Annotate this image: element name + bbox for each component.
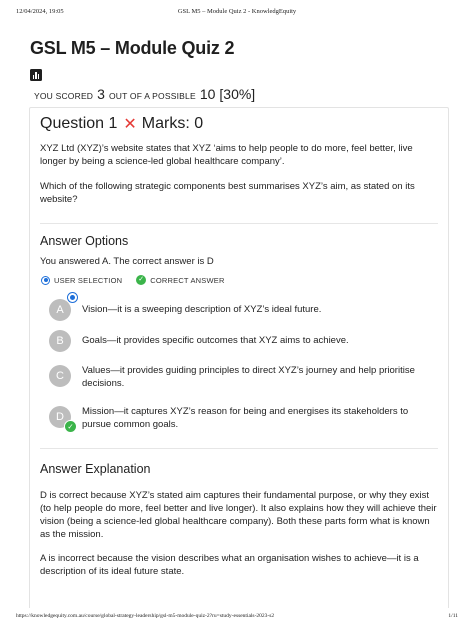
correct-check-icon: ✓: [136, 275, 147, 285]
question-header: Question 1 ✕ Marks: 0: [40, 114, 203, 134]
option-text: Vision—it is a sweeping description of X…: [82, 304, 322, 315]
question-prompt: Which of the following strategic compone…: [40, 181, 415, 205]
user-selection-radio-icon: [67, 292, 78, 303]
legend-user-selection: USER SELECTION: [54, 275, 123, 285]
print-page-number: 1/11: [448, 613, 458, 619]
print-header: 12/04/2024, 19:05 GSL M5 – Module Quiz 2…: [16, 8, 458, 20]
user-selection-radio-icon: [41, 275, 50, 285]
print-url: https://knowledgequity.com.au/course/glo…: [16, 613, 275, 619]
score-value: 3: [97, 86, 105, 102]
print-doc-title: GSL M5 – Module Quiz 2 - KnowledgEquity: [177, 8, 297, 15]
option-letter: B: [49, 330, 71, 352]
option-text: Mission—it captures XYZ’s reason for bei…: [82, 406, 409, 430]
answer-explanation-heading: Answer Explanation: [40, 462, 151, 476]
print-footer: https://knowledgequity.com.au/course/glo…: [16, 613, 458, 623]
question-stem: XYZ Ltd (XYZ)’s website states that XYZ …: [40, 143, 413, 167]
incorrect-x-icon: ✕: [123, 116, 137, 133]
correct-check-icon: ✓: [64, 420, 77, 433]
option-text: Goals—it provides specific outcomes that…: [82, 335, 349, 346]
score-summary: YOU SCORED 3 OUT OF A POSSIBLE 10 [30%]: [34, 86, 255, 104]
divider: [40, 223, 438, 224]
score-percent: [30%]: [219, 86, 256, 102]
divider: [40, 448, 438, 449]
option-text: Values—it provides guiding principles to…: [82, 365, 415, 389]
option-letter: A: [49, 299, 71, 321]
explanation-paragraph: D is correct because XYZ’s stated aim ca…: [40, 490, 437, 540]
you-scored-label: YOU SCORED: [34, 91, 94, 101]
answer-legend: USER SELECTION ✓ CORRECT ANSWER: [41, 275, 225, 285]
page-title: GSL M5 – Module Quiz 2: [30, 38, 235, 58]
option-letter: C: [49, 365, 71, 387]
answer-options-heading: Answer Options: [40, 234, 129, 248]
answered-summary: You answered A. The correct answer is D: [40, 256, 214, 267]
bar-chart-icon[interactable]: [30, 69, 42, 81]
out-of-label: OUT OF A POSSIBLE: [108, 91, 196, 101]
question-marks: Marks: 0: [141, 115, 204, 132]
question-card: Question 1 ✕ Marks: 0 XYZ Ltd (XYZ)’s we…: [29, 107, 449, 608]
question-title: Question 1: [40, 115, 118, 132]
explanation-paragraph: A is incorrect because the vision descri…: [40, 553, 419, 577]
legend-correct-answer: CORRECT ANSWER: [150, 275, 225, 285]
possible-value: 10: [199, 86, 216, 102]
